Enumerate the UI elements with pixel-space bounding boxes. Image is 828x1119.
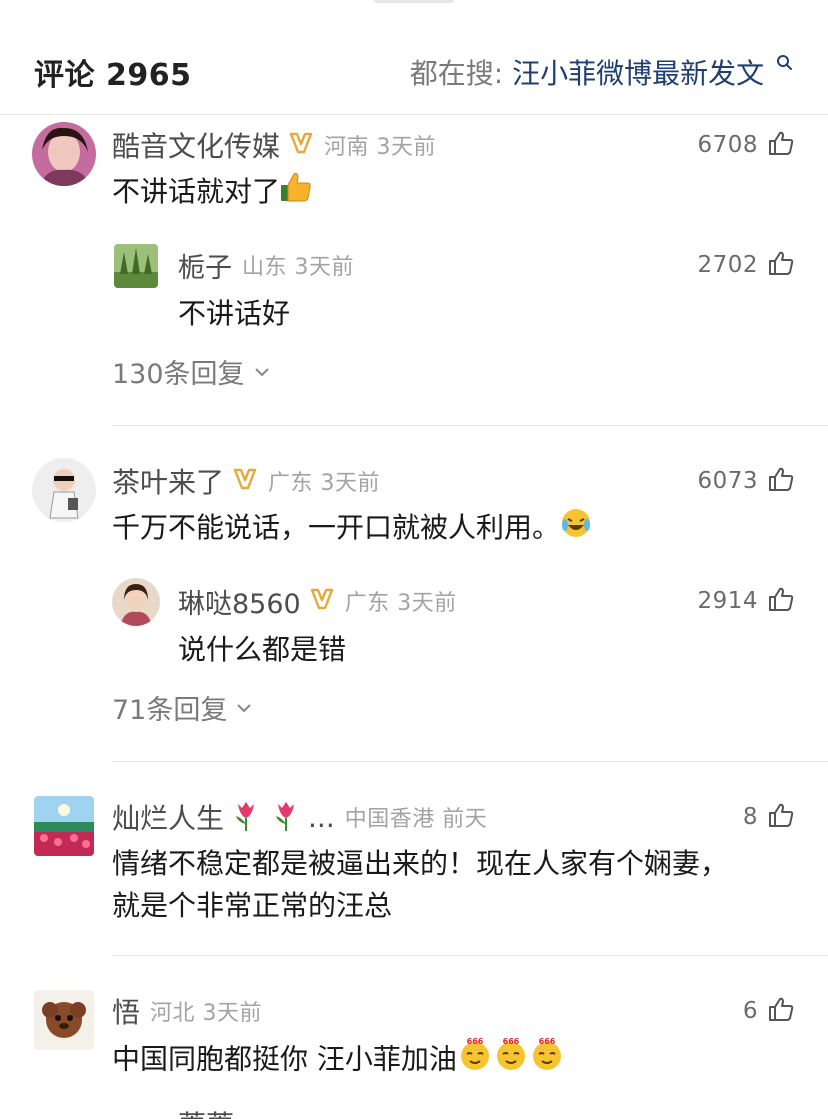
avatar[interactable] [34, 990, 94, 1050]
username-ellipsis: ... [308, 800, 335, 834]
like-count: 6708 [697, 132, 758, 158]
tulip-icon [230, 798, 262, 836]
thumbs-up-icon[interactable] [768, 996, 794, 1026]
like-count: 6 [742, 998, 758, 1024]
comment-text: 中国同胞都挺你 汪小菲加油 666 666 666 [112, 1036, 565, 1085]
reply-text: 不讲话好 [178, 297, 291, 330]
comment-text: 不讲话就对了 [112, 170, 312, 216]
vip-badge-icon [288, 132, 314, 158]
avatar[interactable] [32, 458, 96, 522]
reply-location-time: 山东 3天前 [242, 255, 354, 280]
divider [112, 425, 828, 426]
reply-like-button[interactable]: 2702 [697, 248, 794, 282]
comment-body: 中国同胞都挺你 汪小菲加油 [112, 1042, 457, 1076]
comment-body: 千万不能说话，一开口就被人利用。 [112, 511, 561, 544]
like-button[interactable]: 8 [743, 800, 794, 834]
vip-badge-icon [232, 468, 258, 494]
thumbs-up-emoji-icon [280, 171, 312, 216]
emoji-666-label: 666 [503, 1037, 520, 1046]
chevron-down-icon [237, 703, 252, 712]
username[interactable]: 灿烂人生 [112, 797, 224, 837]
emoji-666-label: 666 [539, 1037, 556, 1046]
thumbs-up-icon[interactable] [768, 466, 794, 496]
laughing-tears-emoji-icon [560, 507, 592, 552]
thumbs-up-icon[interactable] [768, 130, 794, 160]
reply-author-row: 栀子 山东 3天前 [178, 246, 354, 285]
location-time: 中国香港 前天 [344, 807, 488, 832]
reply-author-row: 琳哒8560 广东 3天前 [178, 582, 457, 621]
divider [112, 955, 828, 956]
username[interactable]: 茶叶来了 [112, 461, 224, 501]
view-replies-button[interactable]: 71条回复 [112, 688, 253, 727]
comment-thread-1: 酷音文化传媒 河南 3天前 6708 不讲话就对了 栀子 山东 3天前 2702… [0, 0, 828, 1119]
location-time: 河南 3天前 [324, 135, 437, 160]
comment-text: 千万不能说话，一开口就被人利用。 [112, 506, 592, 552]
like-button[interactable]: 6708 [697, 128, 794, 162]
avatar[interactable] [32, 122, 96, 186]
username[interactable]: 悟 [112, 991, 140, 1031]
reply-avatar[interactable] [114, 244, 158, 288]
location-time: 广东 3天前 [268, 471, 381, 496]
chevron-down-icon [254, 367, 269, 376]
like-button[interactable]: 6 [743, 994, 794, 1028]
comment-text-line-2: 就是个非常正常的汪总 [112, 889, 393, 922]
avatar[interactable] [34, 796, 94, 856]
reply-location-time: 广东 3天前 [344, 591, 457, 616]
thumbs-up-icon[interactable] [768, 250, 794, 280]
666-emoji-icon: 666 [457, 1036, 493, 1085]
reply-username[interactable]: 栀子 [178, 246, 232, 285]
next-comment-partial: 蔷蔷 [112, 1110, 412, 1119]
666-emoji-icon: 666 [493, 1036, 529, 1085]
comment-text-line-1: 情绪不稳定都是被逼出来的！现在人家有个娴妻， [112, 847, 729, 880]
comment-author-row: 酷音文化传媒 河南 3天前 [112, 125, 437, 165]
reply-text: 说什么都是错 [178, 633, 347, 666]
666-emoji-icon: 666 [529, 1036, 565, 1085]
location-time: 河北 3天前 [150, 1001, 263, 1026]
reply-avatar[interactable] [112, 578, 160, 626]
comment-author-row: 茶叶来了 广东 3天前 [112, 461, 381, 501]
tulip-icon [270, 798, 302, 836]
comment-body: 不讲话就对了 [112, 175, 281, 208]
like-button[interactable]: 6073 [697, 464, 794, 498]
username[interactable]: 酷音文化传媒 [112, 125, 280, 165]
comment-author-row: 灿烂人生 ... 中国香港 前天 [112, 797, 488, 837]
username[interactable]: 蔷蔷 [178, 1110, 234, 1119]
reply-count: 130条回复 [112, 359, 245, 390]
like-count: 6073 [697, 468, 758, 494]
reply-like-count: 2914 [697, 588, 758, 614]
view-replies-button[interactable]: 130条回复 [112, 352, 271, 391]
reply-like-count: 2702 [697, 252, 758, 278]
vip-badge-icon [309, 588, 335, 614]
like-count: 8 [742, 804, 758, 830]
reply-username[interactable]: 琳哒8560 [178, 582, 301, 621]
divider [112, 761, 828, 762]
reply-count: 71条回复 [112, 695, 228, 726]
emoji-666-label: 666 [467, 1037, 484, 1046]
thumbs-up-icon[interactable] [768, 586, 794, 616]
comment-author-row: 悟 河北 3天前 [112, 991, 263, 1031]
reply-like-button[interactable]: 2914 [697, 584, 794, 618]
thumbs-up-icon[interactable] [768, 802, 794, 832]
